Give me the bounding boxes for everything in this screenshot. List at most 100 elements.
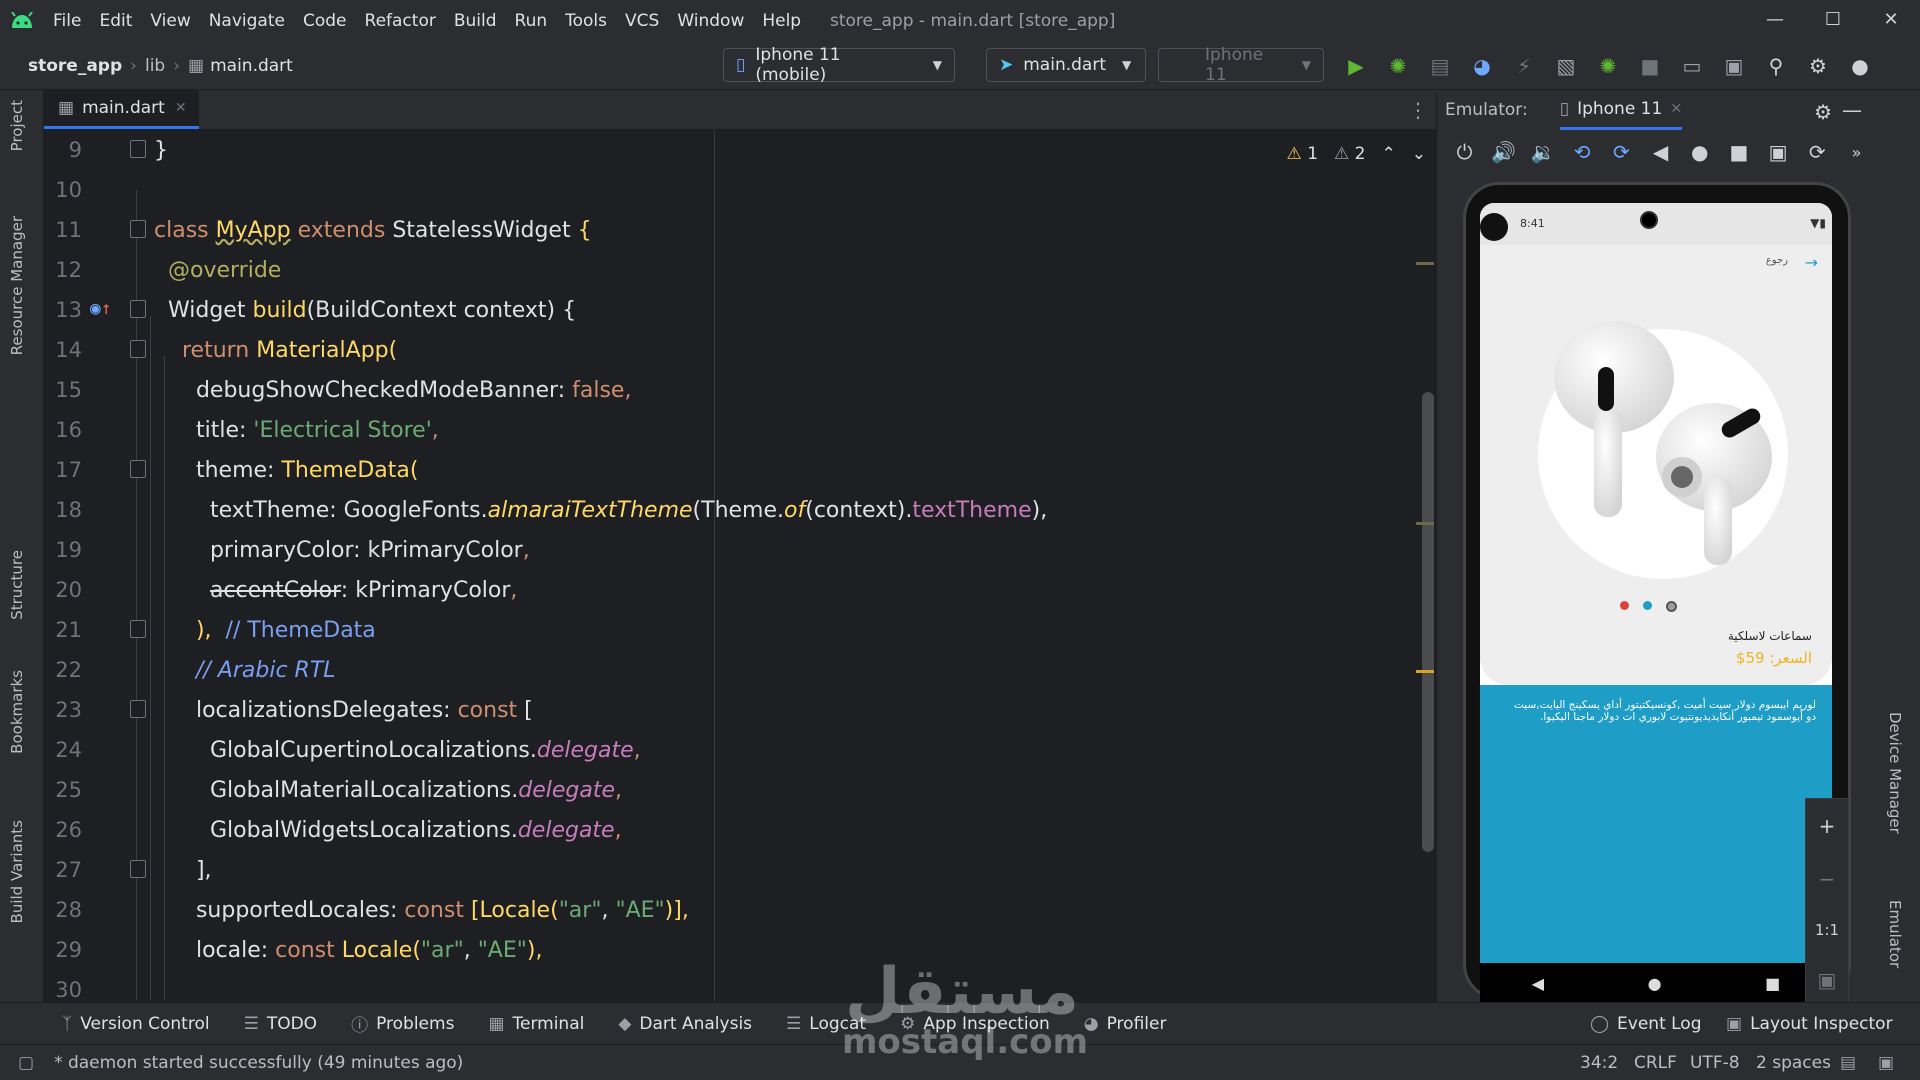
- power-icon[interactable]: ⏻: [1445, 140, 1484, 164]
- toggle-tool-windows-icon[interactable]: ▢: [18, 1053, 34, 1073]
- tool-problems[interactable]: ⓘ Problems: [351, 1011, 454, 1037]
- menu-refactor[interactable]: Refactor: [356, 11, 445, 31]
- screenshot-icon[interactable]: ▣: [1759, 140, 1798, 164]
- menu-navigate[interactable]: Navigate: [200, 11, 294, 31]
- zoom-out-button[interactable]: −: [1819, 867, 1836, 891]
- back-icon[interactable]: ◀: [1641, 140, 1680, 164]
- volume-up-icon[interactable]: 🔊: [1484, 140, 1523, 164]
- tool-emulator[interactable]: Emulator: [1886, 900, 1904, 968]
- coverage-icon[interactable]: ▤: [1419, 50, 1461, 82]
- breadcrumb-project[interactable]: store_app: [28, 56, 122, 76]
- menu-tools[interactable]: Tools: [556, 11, 616, 31]
- breadcrumb-lib[interactable]: lib: [145, 56, 165, 76]
- menu-edit[interactable]: Edit: [90, 11, 141, 31]
- zoom-fit-icon[interactable]: ▣: [1818, 968, 1837, 992]
- device-manager-icon[interactable]: ▭: [1671, 50, 1713, 82]
- rotate-left-icon[interactable]: ⟲: [1563, 140, 1602, 164]
- run-icon[interactable]: ▶: [1335, 50, 1377, 82]
- close-icon[interactable]: ✕: [175, 100, 187, 116]
- apply-changes-icon[interactable]: ▧: [1545, 50, 1587, 82]
- tool-device-manager[interactable]: Device Manager: [1886, 712, 1904, 834]
- indent-setting[interactable]: 2 spaces: [1756, 1053, 1831, 1073]
- back-arrow-icon[interactable]: →: [1805, 253, 1818, 272]
- menu-file[interactable]: File: [44, 11, 90, 31]
- stop-icon[interactable]: ■: [1629, 50, 1671, 82]
- fold-marker-icon[interactable]: [130, 620, 146, 638]
- error-stripe-marker[interactable]: [1416, 522, 1434, 525]
- tool-resource-manager[interactable]: Resource Manager: [8, 216, 26, 355]
- file-encoding[interactable]: UTF-8: [1690, 1053, 1740, 1073]
- sdk-manager-icon[interactable]: ▣: [1713, 50, 1755, 82]
- tool-event-log[interactable]: ◯ Event Log: [1590, 1014, 1702, 1034]
- breadcrumb-file[interactable]: main.dart: [210, 56, 293, 76]
- more-icon[interactable]: ⋮: [1408, 98, 1428, 122]
- fold-marker-icon[interactable]: [130, 700, 146, 718]
- tool-todo[interactable]: ☰ TODO: [244, 1014, 318, 1034]
- menu-run[interactable]: Run: [506, 11, 557, 31]
- fold-marker-icon[interactable]: [130, 220, 146, 238]
- back-label[interactable]: رجوع: [1766, 255, 1788, 266]
- nav-recents-icon[interactable]: ■: [1765, 974, 1780, 993]
- menu-help[interactable]: Help: [753, 11, 810, 31]
- volume-down-icon[interactable]: 🔉: [1523, 140, 1562, 164]
- menu-build[interactable]: Build: [445, 11, 506, 31]
- snapshot-icon[interactable]: ⟳: [1798, 140, 1837, 164]
- lock-icon[interactable]: ▤: [1840, 1053, 1856, 1073]
- device-selector[interactable]: ▯ Iphone 11 (mobile) ▼: [723, 45, 955, 85]
- fold-marker-icon[interactable]: [130, 340, 146, 358]
- carousel-dot[interactable]: [1620, 601, 1629, 610]
- error-stripe-marker[interactable]: [1416, 670, 1434, 673]
- phone-screen[interactable]: 8:41 ▼▮ → رجوع سماعات لاسلكية السعر: 59$…: [1480, 203, 1832, 963]
- close-icon[interactable]: ✕: [1670, 101, 1682, 117]
- tool-bookmarks[interactable]: Bookmarks: [8, 670, 26, 754]
- run-config-selector[interactable]: ➤ main.dart ▼: [986, 48, 1146, 82]
- attach-debugger-icon[interactable]: ✺: [1587, 50, 1629, 82]
- override-marker-icon[interactable]: ◉↑: [90, 298, 112, 319]
- settings-icon[interactable]: ⚙: [1797, 50, 1839, 82]
- tool-layout-inspector[interactable]: ▣ Layout Inspector: [1726, 1014, 1893, 1034]
- nav-back-icon[interactable]: ◀: [1532, 974, 1544, 993]
- tool-profiler[interactable]: ◕ Profiler: [1084, 1014, 1167, 1034]
- error-stripe-marker[interactable]: [1416, 262, 1434, 265]
- rotate-right-icon[interactable]: ⟳: [1602, 140, 1641, 164]
- zoom-in-button[interactable]: +: [1819, 814, 1836, 838]
- status-message[interactable]: * daemon started successfully (49 minute…: [54, 1053, 463, 1073]
- tab-main-dart[interactable]: ▦ main.dart ✕: [44, 89, 199, 129]
- tool-dart-analysis[interactable]: ◆ Dart Analysis: [618, 1014, 752, 1034]
- profile-icon[interactable]: ◕: [1461, 50, 1503, 82]
- menu-vcs[interactable]: VCS: [616, 11, 668, 31]
- hot-reload-icon[interactable]: ⚡: [1503, 50, 1545, 82]
- code-area[interactable]: ⚠ 1 ⚠ 2 ⌃ ⌄ 9} 10 11 class MyApp extends …: [44, 130, 1436, 1002]
- editor-scrollbar[interactable]: [1422, 392, 1434, 852]
- menu-window[interactable]: Window: [668, 11, 753, 31]
- carousel-dot[interactable]: [1643, 601, 1652, 610]
- memory-icon[interactable]: ▣: [1878, 1053, 1894, 1073]
- tool-structure[interactable]: Structure: [8, 550, 26, 620]
- fold-marker-icon[interactable]: [130, 460, 146, 478]
- carousel-dot-active[interactable]: [1666, 601, 1677, 612]
- overview-icon[interactable]: ■: [1719, 140, 1758, 164]
- settings-icon[interactable]: ⚙: [1814, 100, 1832, 124]
- tool-terminal[interactable]: ▦ Terminal: [488, 1014, 584, 1034]
- home-icon[interactable]: ●: [1680, 140, 1719, 164]
- caret-position[interactable]: 34:2: [1580, 1053, 1618, 1073]
- zoom-actual-size-button[interactable]: 1:1: [1815, 921, 1839, 939]
- tool-project[interactable]: Project: [8, 100, 26, 151]
- search-icon[interactable]: ⚲: [1755, 50, 1797, 82]
- hide-panel-icon[interactable]: —: [1842, 98, 1862, 122]
- target-selector[interactable]: Iphone 11 ▼: [1158, 45, 1324, 85]
- debug-icon[interactable]: ✺: [1377, 50, 1419, 82]
- nav-home-icon[interactable]: ●: [1648, 974, 1662, 993]
- menu-view[interactable]: View: [141, 11, 199, 31]
- account-icon[interactable]: ●: [1839, 50, 1881, 82]
- fold-marker-icon[interactable]: [130, 140, 146, 158]
- emulator-device-tab[interactable]: ▯ Iphone 11 ✕: [1559, 90, 1683, 130]
- fold-marker-icon[interactable]: [130, 860, 146, 878]
- menu-code[interactable]: Code: [294, 11, 356, 31]
- line-separator[interactable]: CRLF: [1634, 1053, 1677, 1073]
- fold-marker-icon[interactable]: [130, 300, 146, 318]
- tool-build-variants[interactable]: Build Variants: [8, 820, 26, 923]
- tool-version-control[interactable]: ᛉ Version Control: [62, 1014, 210, 1034]
- more-icon[interactable]: »: [1837, 143, 1876, 162]
- close-window-icon[interactable]: ✕: [1862, 0, 1920, 38]
